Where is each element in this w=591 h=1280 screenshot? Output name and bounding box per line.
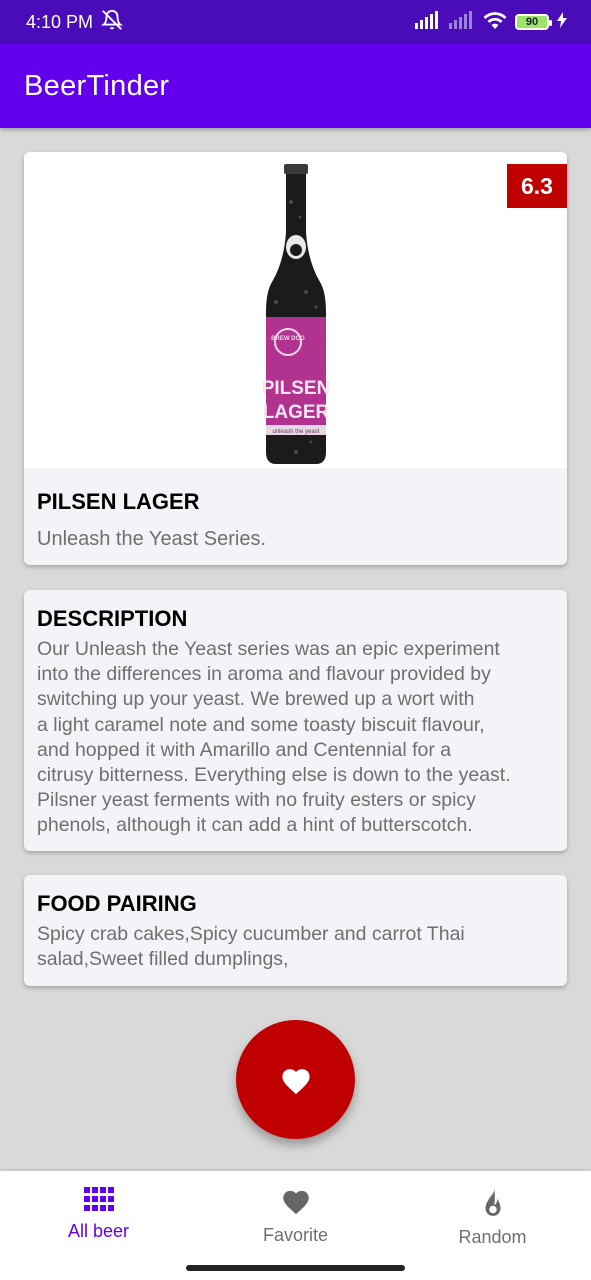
description-line: phenols, although it can add a hint of b… xyxy=(37,814,473,837)
bottle-label-bottom: unleash the yeast xyxy=(272,429,319,435)
description-card: DESCRIPTION Our Unleash the Yeast series… xyxy=(24,590,567,851)
abv-badge: 6.3 xyxy=(507,164,567,208)
nav-label-random: Random xyxy=(458,1227,527,1247)
signal-icon xyxy=(415,10,441,34)
battery-icon: 90 xyxy=(515,14,552,30)
nav-item-all-beer[interactable]: All beer xyxy=(0,1171,197,1271)
description-title: DESCRIPTION xyxy=(37,606,188,631)
beer-bottle-image: BREW DOG PILSEN LAGER unleash the yeast xyxy=(261,164,330,464)
nav-item-favorite[interactable]: Favorite xyxy=(197,1171,394,1271)
bottle-label-main-2: LAGER xyxy=(262,402,329,423)
heart-icon xyxy=(281,1068,310,1094)
food-pairing-text: Spicy crab cakes,Spicy cucumber and carr… xyxy=(37,922,562,972)
beer-image-container: BREW DOG PILSEN LAGER unleash the yeast … xyxy=(24,152,567,468)
description-line: and hopped it with Amarillo and Centenni… xyxy=(37,738,452,761)
status-right: 90 xyxy=(415,10,567,34)
description-line: into the differences in aroma and flavou… xyxy=(37,663,491,686)
beer-name: PILSEN LAGER xyxy=(37,489,200,514)
description-line: a light caramel note and some toasty bis… xyxy=(37,713,485,736)
nav-label-all-beer: All beer xyxy=(67,1221,130,1241)
alarm-off-icon xyxy=(100,9,124,36)
beer-tagline: Unleash the Yeast Series. xyxy=(37,528,267,550)
wifi-icon xyxy=(483,11,507,34)
nav-item-random[interactable]: Random xyxy=(394,1171,591,1271)
status-bar: 4:10 PM 90 xyxy=(0,0,591,44)
description-text: Our Unleash the Yeast series was an epic… xyxy=(37,637,562,839)
app-title: BeerTinder xyxy=(24,69,170,102)
food-pairing-card: FOOD PAIRING Spicy crab cakes,Spicy cucu… xyxy=(24,875,567,986)
favorite-fab-button[interactable] xyxy=(236,1020,355,1139)
app-bar: BeerTinder xyxy=(0,44,591,128)
bottom-navigation: All beer Favorite Random xyxy=(0,1171,591,1280)
signal-off-icon xyxy=(449,10,475,34)
description-line: Our Unleash the Yeast series was an epic… xyxy=(37,638,500,660)
heart-icon xyxy=(282,1190,309,1215)
home-indicator[interactable] xyxy=(186,1265,405,1271)
description-line: citrusy bitterness. Everything else is d… xyxy=(37,764,511,787)
description-line: switching up your yeast. We brewed up a … xyxy=(37,688,475,711)
charging-icon xyxy=(557,11,567,33)
nav-label-favorite: Favorite xyxy=(262,1225,329,1245)
grid-icon xyxy=(83,1187,114,1211)
food-pairing-title: FOOD PAIRING xyxy=(37,891,197,916)
description-line: Pilsner yeast ferments with no fruity es… xyxy=(37,789,476,812)
bottle-label-brand: BREW DOG xyxy=(271,336,305,342)
food-pairing-line: Spicy crab cakes,Spicy cucumber and carr… xyxy=(37,923,465,945)
status-left: 4:10 PM xyxy=(26,9,124,36)
beer-card[interactable]: BREW DOG PILSEN LAGER unleash the yeast … xyxy=(24,152,567,565)
flame-icon xyxy=(485,1187,500,1216)
food-pairing-line: salad,Sweet filled dumplings, xyxy=(37,948,289,971)
status-time: 4:10 PM xyxy=(26,11,94,32)
bottle-label-main-1: PILSEN xyxy=(261,378,330,399)
